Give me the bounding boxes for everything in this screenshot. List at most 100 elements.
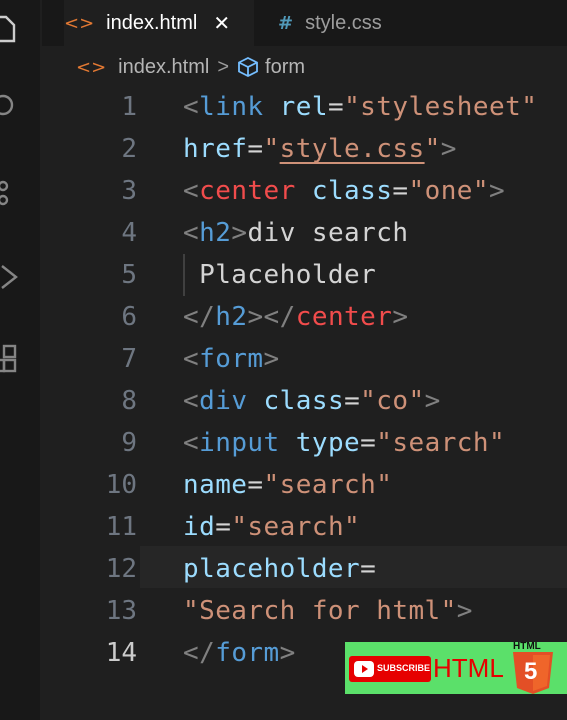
html-file-icon: <> <box>76 56 107 78</box>
line-number: 2 <box>121 134 137 164</box>
code-text: <link rel="stylesheet" <box>183 86 537 128</box>
code-token: = <box>392 176 409 206</box>
line-number: 1 <box>121 92 137 122</box>
code-token: " <box>263 134 280 164</box>
html-label: HTML <box>433 653 504 683</box>
code-line[interactable]: 1 <link rel="stylesheet" <box>0 86 567 128</box>
chevron-right-icon: > <box>217 55 230 78</box>
code-token: h2 <box>199 218 232 248</box>
code-token: > <box>392 302 409 332</box>
code-token: center <box>199 176 296 206</box>
code-line[interactable]: 3 <center class="one"> <box>0 170 567 212</box>
code-token: = <box>360 554 377 584</box>
code-token: center <box>295 302 393 332</box>
breadcrumb-symbol[interactable]: form <box>265 56 305 79</box>
line-number: 9 <box>121 428 137 458</box>
code-token: input <box>199 428 280 458</box>
code-token: form <box>199 344 264 374</box>
line-number: 7 <box>121 344 137 374</box>
code-token: "search" <box>231 512 361 542</box>
code-token: name <box>183 470 248 500</box>
code-token: "stylesheet" <box>344 92 538 122</box>
tab-label: index.html <box>106 11 198 34</box>
code-token: link <box>199 92 264 122</box>
code-token: div search <box>247 218 409 248</box>
code-text: "Search for html"> <box>183 590 473 632</box>
code-line[interactable]: 12 placeholder= <box>0 548 567 590</box>
line-number: 13 <box>105 596 137 626</box>
code-text: id="search" <box>183 506 360 548</box>
code-line[interactable]: 6 </h2></center> <box>0 296 567 338</box>
line-number: 12 <box>105 554 137 584</box>
code-line[interactable]: 5 Placeholder <box>0 254 567 296</box>
code-token: "search" <box>376 428 506 458</box>
code-token: </ <box>183 638 216 668</box>
code-text: name="search" <box>183 464 392 506</box>
code-token: h2 <box>215 302 248 332</box>
code-token: " <box>424 134 441 164</box>
code-token: ></ <box>247 302 296 332</box>
code-token: = <box>360 428 377 458</box>
breadcrumb-file[interactable]: index.html <box>118 56 209 79</box>
close-icon[interactable]: ✕ <box>213 11 230 35</box>
code-line[interactable]: 2 href="style.css"> <box>0 128 567 170</box>
code-text: placeholder= <box>183 548 376 590</box>
code-token: "one" <box>408 176 490 206</box>
line-number: 4 <box>121 218 137 248</box>
code-text: <input type="search" <box>183 422 505 464</box>
code-token: < <box>183 218 200 248</box>
code-token: > <box>231 218 248 248</box>
youtube-play-icon <box>354 661 374 677</box>
code-text: <center class="one"> <box>183 170 505 212</box>
tab-style-css[interactable]: # style.css <box>278 0 468 46</box>
code-line[interactable]: 9 <input type="search" <box>0 422 567 464</box>
line-number: 10 <box>105 470 137 500</box>
cube-icon <box>238 56 258 78</box>
explorer-icon[interactable] <box>0 14 20 44</box>
code-token: < <box>183 386 200 416</box>
code-token: href <box>183 134 248 164</box>
code-token: > <box>456 596 473 626</box>
code-line[interactable]: 13 "Search for html"> <box>0 590 567 632</box>
code-token: rel <box>279 92 328 122</box>
line-number: 14 <box>105 638 137 668</box>
code-token: class <box>311 176 393 206</box>
code-token: class <box>263 386 345 416</box>
code-line[interactable]: 10 name="search" <box>0 464 567 506</box>
line-number: 5 <box>121 260 137 290</box>
code-text: </form> <box>183 632 296 674</box>
code-token: style.css <box>279 134 425 164</box>
tab-index-html[interactable]: <> index.html ✕ <box>64 0 254 46</box>
code-line[interactable]: 8 <div class="co"> <box>0 380 567 422</box>
code-token: = <box>247 470 264 500</box>
line-number: 11 <box>105 512 137 542</box>
code-token: < <box>183 428 200 458</box>
code-token: = <box>215 512 232 542</box>
html5-logo-text: HTML <box>513 642 541 652</box>
breadcrumb: <> index.html > form <box>42 46 567 88</box>
line-number: 6 <box>121 302 137 332</box>
html5-number: 5 <box>524 658 538 685</box>
code-text: href="style.css"> <box>183 128 457 170</box>
code-token: > <box>263 344 280 374</box>
code-text: <h2>div search <box>183 212 408 254</box>
code-token: div <box>199 386 248 416</box>
code-text: Placeholder <box>183 254 376 296</box>
code-token: < <box>183 92 200 122</box>
code-line[interactable]: 7 <form> <box>0 338 567 380</box>
code-token: = <box>327 92 345 122</box>
code-line[interactable]: 11 id="search" <box>0 506 567 548</box>
code-line[interactable]: 4 <h2>div search <box>0 212 567 254</box>
code-token: = <box>344 386 361 416</box>
code-token: type <box>295 428 361 458</box>
code-token: "Search for html" <box>183 596 457 626</box>
code-token: "co" <box>360 386 425 416</box>
code-text: <div class="co"> <box>183 380 441 422</box>
subscribe-label: SUBSCRIBE <box>377 663 431 673</box>
subscribe-button[interactable]: SUBSCRIBE <box>349 656 431 682</box>
html5-logo: HTML 5 <box>505 642 565 694</box>
